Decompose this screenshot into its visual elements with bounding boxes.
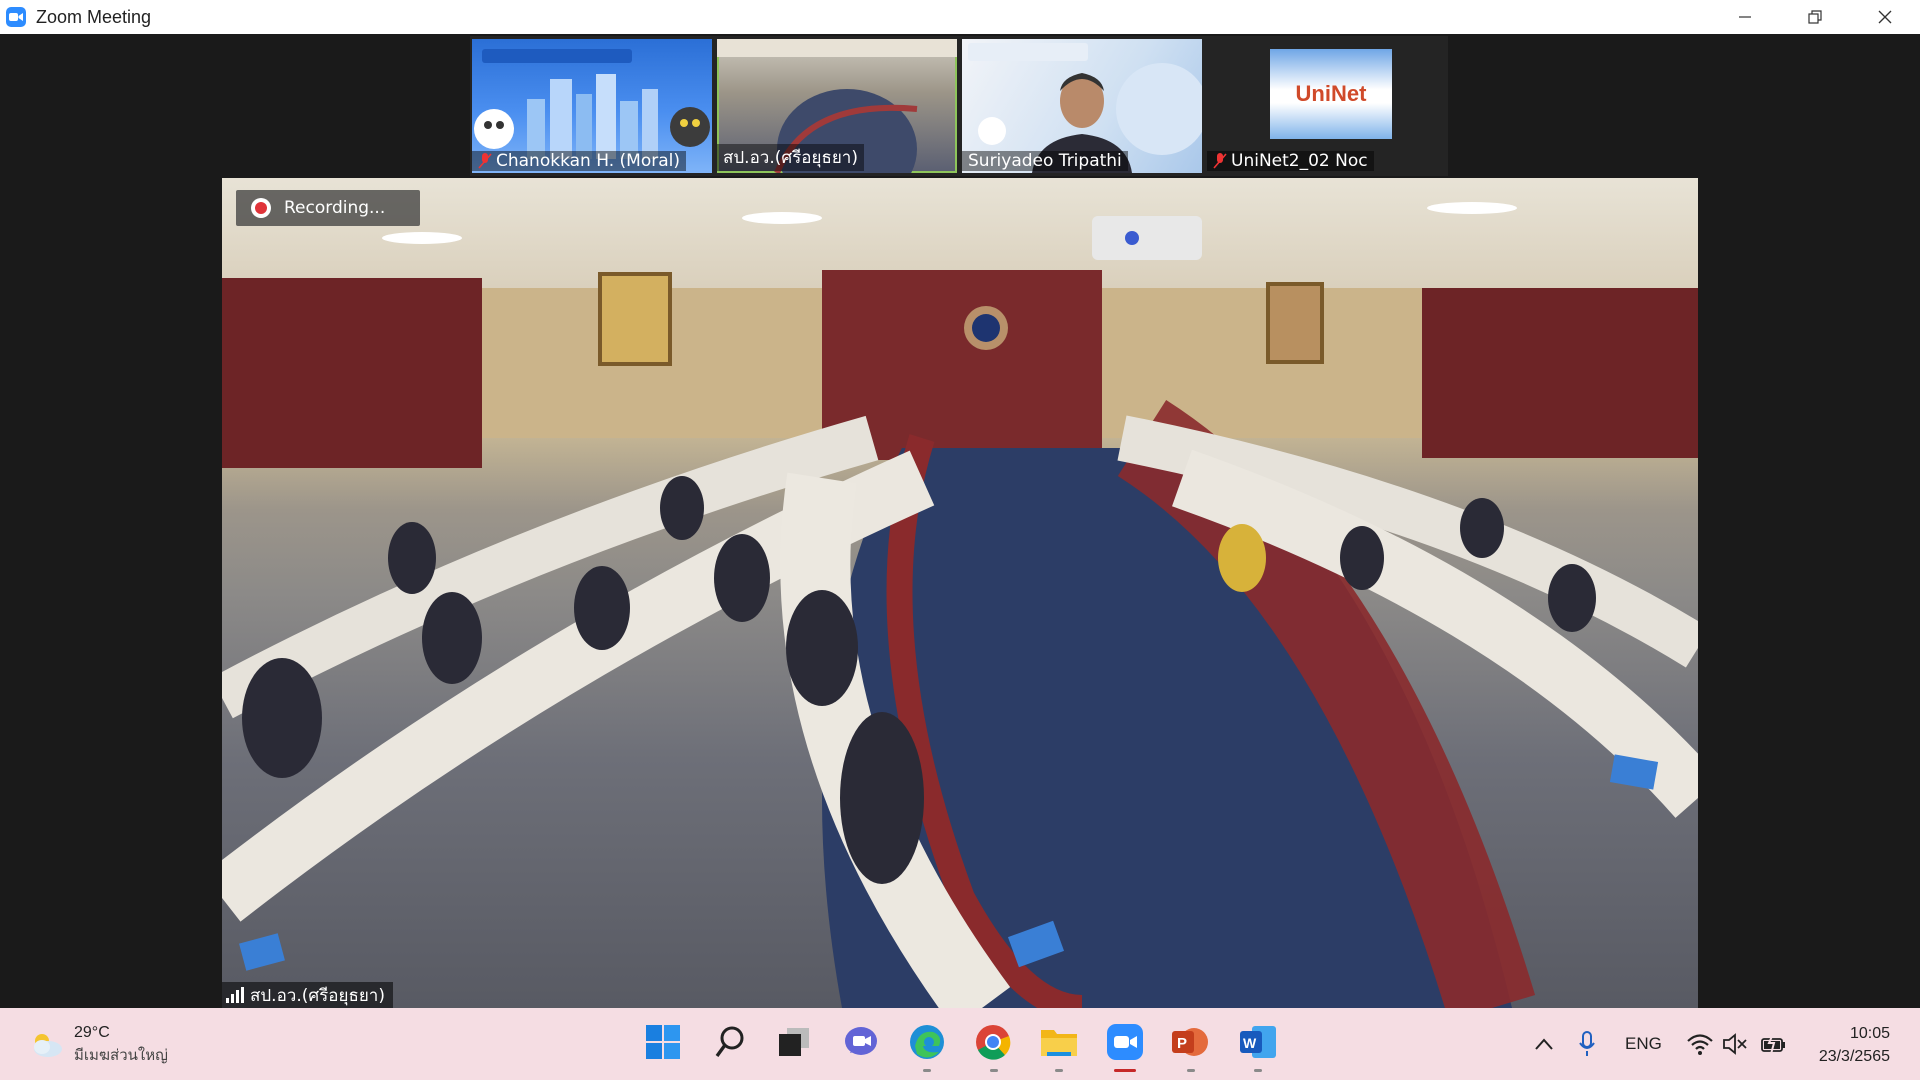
participant-name-label: Chanokkan H. (Moral)	[472, 151, 686, 171]
restore-button[interactable]	[1780, 0, 1850, 34]
teams-chat-icon	[845, 1027, 877, 1055]
svg-text:P: P	[1177, 1035, 1187, 1052]
participant-tile-active-speaker[interactable]: สป.อว.(ศรีอยุธยา)	[717, 39, 957, 173]
running-indicator	[990, 1069, 998, 1072]
close-icon	[1878, 10, 1892, 24]
weather-temperature: 29°C	[74, 1024, 110, 1041]
conference-room-video	[222, 202, 1698, 1008]
weather-widget[interactable]: 29°C มีเมฆส่วนใหญ่	[28, 1022, 168, 1066]
minimize-icon	[1739, 16, 1751, 18]
running-indicator	[923, 1069, 931, 1072]
participant-name-label: UniNet2_02 Noc	[1207, 151, 1374, 171]
powerpoint-icon: P	[1172, 1028, 1208, 1056]
teams-chat-button[interactable]	[841, 1022, 881, 1062]
participant-name-label: Suriyadeo Tripathi	[962, 151, 1128, 171]
close-button[interactable]	[1850, 0, 1920, 34]
edge-button[interactable]	[907, 1022, 947, 1062]
running-indicator	[1254, 1069, 1262, 1072]
word-icon: W	[1240, 1026, 1276, 1058]
battery-charging-icon	[1761, 1033, 1785, 1055]
recording-indicator[interactable]: Recording...	[236, 190, 420, 226]
task-view-button[interactable]	[774, 1022, 814, 1062]
weather-condition: มีเมฆส่วนใหญ่	[74, 1046, 168, 1064]
uninet-logo: UniNet	[1270, 49, 1392, 139]
title-bar: Zoom Meeting	[0, 0, 1920, 34]
running-indicator	[1187, 1069, 1195, 1072]
connection-signal-icon	[226, 987, 244, 1003]
muted-mic-icon	[478, 153, 492, 169]
record-icon	[251, 198, 271, 218]
restore-icon	[1808, 10, 1822, 24]
chrome-icon	[976, 1025, 1011, 1060]
wifi-status[interactable]	[1687, 1008, 1713, 1080]
svg-text:W: W	[1243, 1035, 1257, 1051]
clock[interactable]: 10:05 23/3/2565	[1819, 1022, 1890, 1068]
muted-mic-icon	[1213, 153, 1227, 169]
participant-tile[interactable]: Chanokkan H. (Moral)	[472, 39, 712, 173]
chevron-up-icon	[1535, 1038, 1553, 1050]
active-app-indicator	[1114, 1069, 1136, 1072]
minimize-button[interactable]	[1710, 0, 1780, 34]
zoom-button[interactable]	[1105, 1022, 1145, 1062]
clock-time: 10:05	[1849, 1025, 1890, 1042]
search-button[interactable]	[710, 1022, 750, 1062]
chrome-button[interactable]	[973, 1022, 1013, 1062]
window-title: Zoom Meeting	[36, 6, 152, 27]
participant-name-label: สป.อว.(ศรีอยุธยา)	[717, 144, 864, 171]
active-speaker-label: สป.อว.(ศรีอยุธยา)	[222, 982, 393, 1008]
start-icon	[646, 1025, 680, 1059]
input-language[interactable]: ENG	[1625, 1008, 1662, 1080]
start-button[interactable]	[643, 1022, 683, 1062]
taskbar: 29°C มีเมฆส่วนใหญ่ P W ENG 10:05 23/3/25…	[0, 1008, 1920, 1080]
task-view-icon	[779, 1028, 809, 1056]
microphone-status[interactable]	[1578, 1008, 1596, 1080]
meeting-area: Chanokkan H. (Moral) สป.อว.(ศรีอยุธยา) S…	[0, 34, 1920, 1008]
participant-strip: Chanokkan H. (Moral) สป.อว.(ศรีอยุธยา) S…	[470, 36, 1448, 176]
zoom-app-icon	[6, 7, 26, 27]
clock-date: 23/3/2565	[1818, 1048, 1890, 1065]
search-icon	[715, 1026, 744, 1057]
battery-status[interactable]	[1760, 1008, 1788, 1080]
powerpoint-button[interactable]: P	[1170, 1022, 1210, 1062]
participant-tile[interactable]: Suriyadeo Tripathi	[962, 39, 1202, 173]
file-explorer-button[interactable]	[1039, 1022, 1079, 1062]
file-explorer-icon	[1041, 1030, 1077, 1056]
zoom-icon	[1107, 1024, 1143, 1060]
volume-muted-icon	[1723, 1033, 1747, 1055]
wifi-icon	[1687, 1034, 1713, 1055]
running-indicator	[1055, 1069, 1063, 1072]
microphone-icon	[1579, 1031, 1595, 1056]
word-button[interactable]: W	[1238, 1022, 1278, 1062]
volume-status[interactable]	[1722, 1008, 1748, 1080]
show-hidden-icons-button[interactable]	[1534, 1008, 1554, 1080]
edge-icon	[910, 1025, 944, 1059]
participant-tile[interactable]: UniNet UniNet2_02 Noc	[1207, 39, 1447, 173]
cloudy-weather-icon	[34, 1034, 62, 1057]
main-video[interactable]: Recording... สป.อว.(ศรีอยุธยา)	[222, 178, 1698, 1008]
